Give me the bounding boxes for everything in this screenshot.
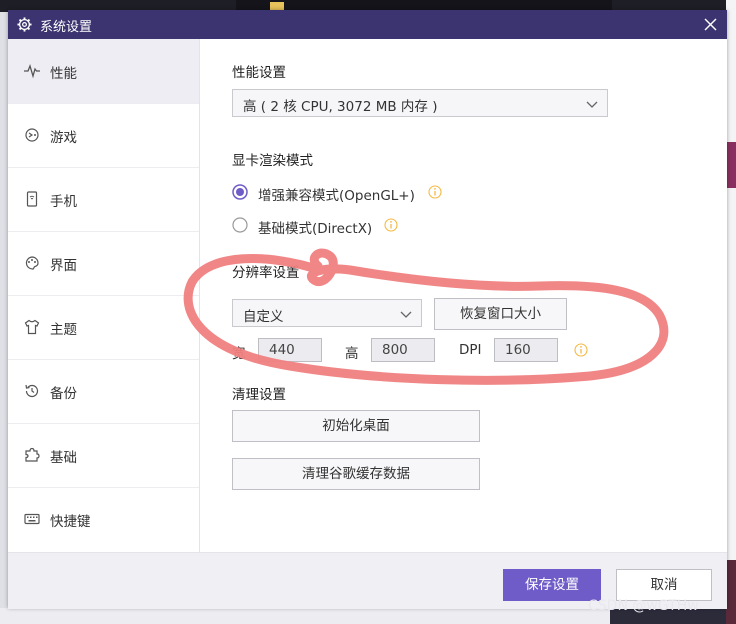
cancel-button[interactable]: 取消 (616, 569, 712, 601)
dpi-field[interactable]: 160 (494, 338, 558, 362)
clear-chrome-cache-button[interactable]: 清理谷歌缓存数据 (232, 458, 480, 490)
sidebar-item-label: 主题 (50, 322, 77, 338)
background-bottom-strip (0, 608, 610, 624)
sidebar-item-performance[interactable]: 性能 (8, 39, 199, 104)
dialog-title: 系统设置 (40, 20, 93, 35)
keyboard-icon (24, 513, 40, 525)
title-bar: 系统设置 (8, 10, 727, 39)
info-icon[interactable] (384, 218, 398, 232)
sidebar-item-basic[interactable]: 基础 (8, 423, 199, 488)
radio-opengl[interactable] (232, 184, 248, 200)
background-thumbnail (726, 142, 736, 188)
sidebar-item-theme[interactable]: 主题 (8, 295, 199, 360)
sidebar-item-label: 游戏 (50, 130, 77, 146)
resolution-heading: 分辨率设置 (232, 265, 300, 281)
restore-window-size-button[interactable]: 恢复窗口大小 (434, 298, 567, 330)
init-desktop-button[interactable]: 初始化桌面 (232, 410, 480, 442)
sidebar-item-label: 基础 (50, 450, 77, 466)
radio-opengl-label: 增强兼容模式(OpenGL+) (258, 188, 415, 204)
info-icon[interactable] (574, 343, 588, 357)
dpi-label: DPI (459, 342, 482, 358)
background-thumbnail (726, 560, 736, 624)
sidebar-item-interface[interactable]: 界面 (8, 231, 199, 296)
sidebar-item-label: 手机 (50, 194, 77, 210)
sidebar-item-phone[interactable]: 手机 (8, 167, 199, 232)
height-label: 高 (345, 346, 359, 362)
resolution-select-value: 自定义 (243, 309, 284, 325)
performance-select[interactable]: 高 ( 2 核 CPU, 3072 MB 内存 ) (232, 89, 608, 117)
background-right-strip (726, 0, 736, 624)
phone-icon (26, 191, 38, 207)
sidebar-item-label: 界面 (50, 258, 77, 274)
watermark: CSDN @wGTHw (588, 598, 699, 614)
performance-heading: 性能设置 (232, 65, 286, 81)
settings-content: 性能设置 高 ( 2 核 CPU, 3072 MB 内存 ) 显卡渲染模式 增强… (200, 39, 727, 552)
gamepad-icon (25, 128, 39, 142)
chevron-down-icon (400, 311, 412, 318)
gear-icon (17, 17, 32, 32)
width-label: 宽 (232, 346, 246, 362)
resolution-select[interactable]: 自定义 (232, 299, 422, 327)
background-left-strip (0, 12, 8, 624)
sidebar-item-shortcuts[interactable]: 快捷键 (8, 487, 199, 551)
sidebar-item-backup[interactable]: 备份 (8, 359, 199, 424)
save-button[interactable]: 保存设置 (503, 569, 601, 601)
radio-directx[interactable] (232, 217, 248, 233)
pulse-icon (24, 64, 40, 79)
cleanup-heading: 清理设置 (232, 387, 286, 403)
chevron-down-icon (586, 101, 598, 108)
sidebar-item-label: 备份 (50, 386, 77, 402)
render-mode-heading: 显卡渲染模式 (232, 153, 313, 169)
sidebar-item-label: 性能 (50, 66, 77, 82)
info-icon[interactable] (428, 185, 442, 199)
radio-directx-label: 基础模式(DirectX) (258, 221, 373, 237)
sidebar-item-games[interactable]: 游戏 (8, 103, 199, 168)
history-icon (25, 384, 39, 398)
performance-select-value: 高 ( 2 核 CPU, 3072 MB 内存 ) (243, 99, 438, 115)
close-icon[interactable] (701, 15, 720, 34)
settings-sidebar: 性能 游戏 手机 界面 主题 备份 基础 快捷键 (8, 39, 200, 552)
height-field[interactable]: 800 (371, 338, 435, 362)
width-field[interactable]: 440 (258, 338, 322, 362)
shirt-icon (24, 319, 40, 335)
settings-dialog: 系统设置 性能 游戏 手机 界面 主题 备份 基础 快捷键 性能设置 高 (2… (8, 10, 727, 609)
palette-icon (25, 256, 39, 270)
sidebar-item-label: 快捷键 (50, 514, 91, 530)
puzzle-icon (25, 447, 40, 462)
